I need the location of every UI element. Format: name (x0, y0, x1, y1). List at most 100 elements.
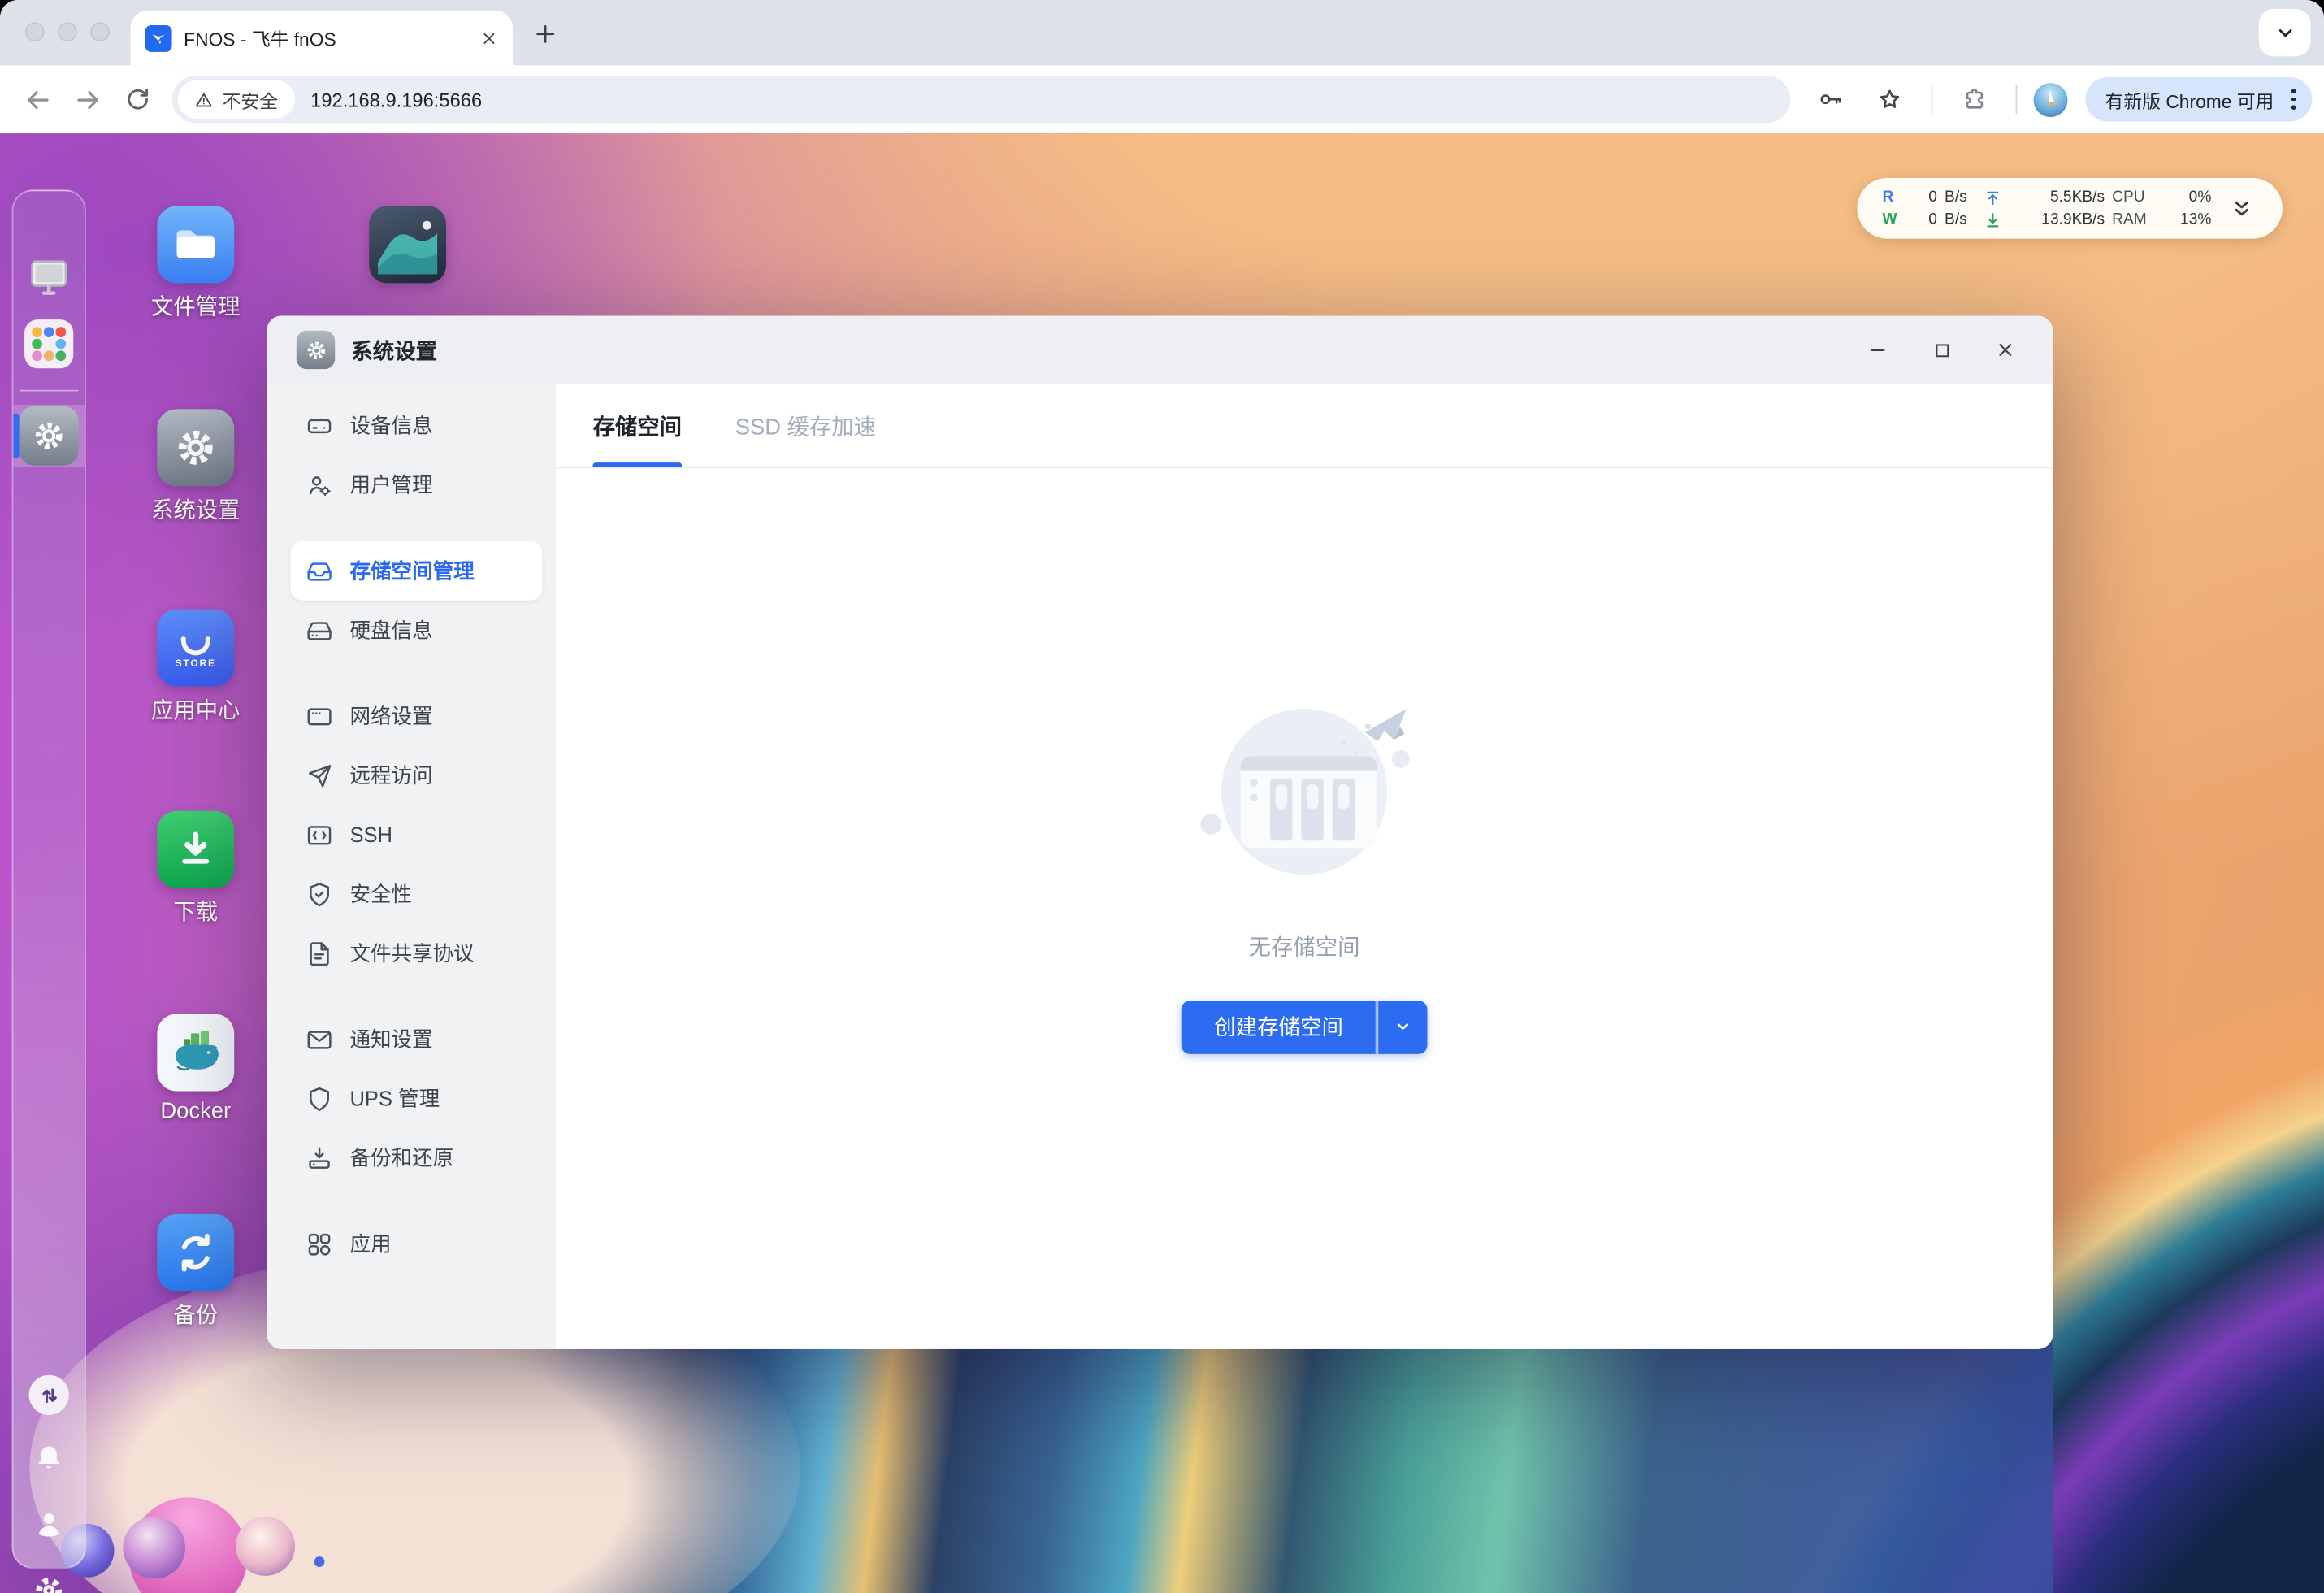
upload-speed: 5.5KB/s (2016, 187, 2113, 208)
tab-storage-space[interactable]: 存储空间 (593, 384, 682, 467)
desktop-icon-docker[interactable]: Docker (157, 1014, 234, 1092)
tab-close-icon[interactable] (480, 29, 498, 47)
download-app-icon[interactable] (157, 811, 234, 888)
dock-app-grid-icon[interactable] (24, 319, 73, 368)
create-storage-button[interactable]: 创建存储空间 (1182, 1000, 1376, 1053)
sidebar-item-notifications[interactable]: 通知设置 (291, 1009, 543, 1069)
upload-arrow-icon (1984, 189, 2015, 206)
browser-menu-icon[interactable] (2287, 89, 2300, 109)
security-icon (306, 880, 334, 909)
ups-icon (306, 1084, 334, 1113)
desktop-icon-label: 文件管理 (92, 291, 299, 322)
wallpaper-sphere (123, 1517, 185, 1579)
read-value: 0 (1905, 187, 1945, 208)
sidebar-item-remote-access[interactable]: 远程访问 (291, 745, 543, 805)
dock-user-icon[interactable] (31, 1506, 67, 1542)
create-storage-split-button: 创建存储空间 (1182, 1000, 1427, 1053)
sidebar-item-security[interactable]: 安全性 (291, 864, 543, 923)
device-icon (306, 411, 334, 440)
desktop-icon-files[interactable]: 文件管理 (157, 206, 234, 284)
desktop-icon-settings[interactable]: 系统设置 (157, 409, 234, 486)
sidebar-item-disk-info[interactable]: 硬盘信息 (291, 601, 543, 660)
security-warning-label: 不安全 (223, 85, 278, 114)
window-minimize-icon[interactable] (1866, 338, 1889, 362)
forward-icon[interactable] (63, 74, 113, 124)
sidebar-item-label: UPS 管理 (349, 1083, 440, 1113)
stats-collapse-icon[interactable] (2231, 197, 2252, 220)
browser-tab[interactable]: FNOS - 飞牛 fnOS (131, 11, 514, 65)
files-app-icon[interactable] (157, 206, 234, 284)
settings-app-icon[interactable] (157, 409, 234, 486)
extensions-puzzle-icon[interactable] (1949, 74, 2000, 124)
backup-app-icon[interactable] (157, 1214, 234, 1291)
tab-search-button[interactable] (2259, 9, 2311, 56)
window-close-icon[interactable] (1993, 338, 2017, 362)
window-traffic-lights[interactable] (25, 22, 110, 41)
sidebar-item-label: 用户管理 (349, 470, 432, 499)
sidebar-item-label: 远程访问 (349, 761, 432, 790)
window-titlebar[interactable]: 系统设置 (267, 316, 2053, 384)
dock-transfer-icon[interactable] (29, 1375, 69, 1415)
profile-avatar[interactable] (2034, 82, 2068, 116)
password-key-icon[interactable] (1806, 74, 1856, 124)
toolbar-right: 有新版 Chrome 可用 (1806, 74, 2312, 124)
download-arrow-icon (1984, 211, 2015, 228)
download-speed: 13.9KB/s (2016, 209, 2113, 230)
sidebar-item-label: 硬盘信息 (349, 615, 432, 645)
create-storage-dropdown-icon[interactable] (1378, 1000, 1427, 1053)
screen: FNOS - 飞牛 fnOS 不安全 192.168.9.196:5666 (0, 0, 2324, 1593)
dock-settings-gear-icon[interactable] (31, 1573, 67, 1593)
sidebar-item-network[interactable]: 网络设置 (291, 687, 543, 746)
settings-sidebar: 设备信息用户管理存储空间管理硬盘信息网络设置远程访问 SSH 安全性文件共享协议通知… (267, 384, 556, 1348)
tab-ssd-cache[interactable]: SSD 缓存加速 (735, 384, 876, 467)
back-icon[interactable] (12, 74, 63, 124)
notify-icon (306, 1025, 334, 1053)
url-text: 192.168.9.196:5666 (310, 89, 482, 111)
chrome-update-button[interactable]: 有新版 Chrome 可用 (2086, 77, 2313, 122)
sidebar-item-label: 应用 (349, 1229, 391, 1258)
bookmark-star-icon[interactable] (1865, 74, 1915, 124)
wallpaper-sphere (236, 1517, 295, 1576)
dock-notifications-bell-icon[interactable] (31, 1441, 67, 1477)
close-window-dot[interactable] (25, 22, 45, 41)
minimize-window-dot[interactable] (58, 22, 77, 41)
cpu-value: 0% (2167, 187, 2219, 208)
chrome-update-label: 有新版 Chrome 可用 (2105, 85, 2274, 114)
sidebar-item-label: 安全性 (349, 879, 412, 909)
desktop-icon-download[interactable]: 下载 (157, 811, 234, 888)
storage-tabs: 存储空间 SSD 缓存加速 (556, 384, 2053, 468)
sidebar-item-storage-mgmt[interactable]: 存储空间管理 (291, 541, 543, 601)
docker-app-icon[interactable] (157, 1014, 234, 1092)
ram-label: RAM (2112, 209, 2166, 230)
security-chip[interactable]: 不安全 (178, 80, 294, 118)
new-tab-button[interactable] (527, 16, 563, 52)
network-icon (306, 702, 334, 731)
sidebar-item-label: 备份和还原 (349, 1143, 453, 1172)
appcenter-app-icon[interactable]: STORE (157, 610, 234, 687)
sidebar-item-label: 通知设置 (349, 1024, 432, 1053)
sidebar-item-ssh[interactable]: SSH (291, 805, 543, 864)
sidebar-item-ups-mgmt[interactable]: UPS 管理 (291, 1069, 543, 1128)
dock-desktop-icon[interactable] (24, 252, 74, 302)
sidebar-item-user-mgmt[interactable]: 用户管理 (291, 455, 543, 514)
dock-system-settings-icon[interactable] (20, 406, 79, 466)
desktop-icon-appcenter[interactable]: STORE应用中心 (157, 610, 234, 687)
ssh-icon (306, 821, 334, 849)
desktop: R 0 B/s 5.5KB/s CPU 0% W 0 B/s 13.9KB/s … (0, 133, 2324, 1593)
browser-toolbar: 不安全 192.168.9.196:5666 有新版 Chrome 可用 (0, 65, 2324, 133)
desktop-icon-resource[interactable] (369, 206, 446, 284)
window-maximize-icon[interactable] (1930, 338, 1953, 362)
dock (12, 189, 86, 1568)
reload-icon[interactable] (113, 74, 163, 124)
sidebar-item-apps[interactable]: 应用 (291, 1214, 543, 1274)
sidebar-item-file-sharing[interactable]: 文件共享协议 (291, 923, 543, 983)
maximize-window-dot[interactable] (90, 22, 110, 41)
system-stats-widget[interactable]: R 0 B/s 5.5KB/s CPU 0% W 0 B/s 13.9KB/s … (1857, 178, 2282, 239)
storage-empty-panel: 无存储空间 创建存储空间 (556, 468, 2053, 1348)
sidebar-item-device-info[interactable]: 设备信息 (291, 396, 543, 455)
write-unit: B/s (1945, 209, 1984, 230)
desktop-icon-backup[interactable]: 备份 (157, 1214, 234, 1291)
sidebar-item-backup-restore[interactable]: 备份和还原 (291, 1128, 543, 1187)
url-bar[interactable]: 不安全 192.168.9.196:5666 (172, 76, 1791, 123)
resource-app-icon[interactable] (369, 206, 446, 284)
